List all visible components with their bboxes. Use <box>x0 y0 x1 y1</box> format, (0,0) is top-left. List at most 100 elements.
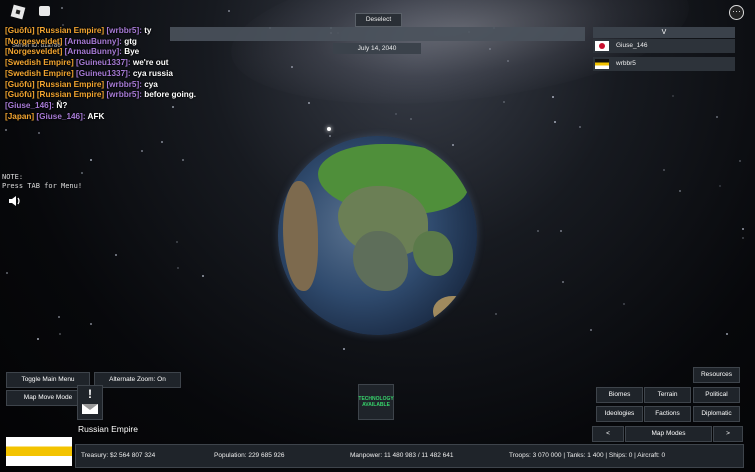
player-row[interactable]: wrbbr5 <box>593 57 735 71</box>
star <box>291 66 293 68</box>
star <box>228 10 230 12</box>
chat-country-tag: [Guōfú] [Russian Empire] <box>5 79 107 89</box>
star <box>90 323 92 325</box>
star <box>329 135 331 137</box>
speaker-icon[interactable] <box>8 195 22 207</box>
star <box>719 185 721 187</box>
country-flag[interactable] <box>6 437 72 466</box>
note-title: NOTE: <box>2 173 24 181</box>
star <box>495 313 497 315</box>
star <box>503 101 505 103</box>
chat-message: [Guōfú] [Russian Empire] [wrbbr5]: befor… <box>5 90 196 101</box>
chat-log: [Guōfú] [Russian Empire] [wrbbr5]: ty [No… <box>5 26 196 122</box>
land-india <box>353 231 408 291</box>
chat-country-tag: [Guōfú] [Russian Empire] <box>5 26 107 35</box>
chat-text: we're out <box>130 58 169 68</box>
star <box>716 116 718 118</box>
resources-map-button[interactable]: Resources <box>693 367 740 383</box>
star <box>182 159 184 161</box>
star <box>552 96 554 98</box>
country-name: Russian Empire <box>78 424 138 434</box>
star <box>562 281 564 283</box>
star <box>554 121 556 123</box>
chat-message: [Giuse_146]: Ñ? <box>5 101 196 112</box>
chat-text: ty <box>141 26 152 35</box>
player-row[interactable]: Giuse_146 <box>593 39 735 53</box>
earth-globe[interactable] <box>278 136 477 335</box>
military-stat: Troops: 3 070 000 | Tanks: 1 400 | Ships… <box>509 452 666 459</box>
russian-empire-flag-icon <box>595 59 609 69</box>
more-options-icon[interactable]: ⋯ <box>729 5 744 20</box>
star <box>452 144 454 146</box>
notification-badge: ! <box>88 387 92 401</box>
map-modes-button[interactable]: Map Modes <box>625 426 712 442</box>
land-se-asia <box>413 231 453 276</box>
chat-username: [Giuse_146]: <box>5 100 55 110</box>
star <box>308 102 310 104</box>
chat-username: [Guineu1337]: <box>75 58 131 68</box>
factions-map-button[interactable]: Factions <box>644 406 691 422</box>
star <box>672 95 674 97</box>
star <box>742 228 744 230</box>
menu-note: NOTE: Press TAB for Menu! <box>2 173 82 191</box>
terrain-map-button[interactable]: Terrain <box>644 387 691 403</box>
player-name: Giuse_146 <box>616 42 648 49</box>
star <box>90 159 92 161</box>
chat-country-tag: [Norgesveldet] <box>5 36 65 46</box>
chat-text: Ñ? <box>54 100 68 110</box>
chat-country-tag: [Swedish Empire] <box>5 68 76 78</box>
technology-available-button[interactable]: TECHNOLOGY AVAILABLE <box>358 384 394 420</box>
ideologies-map-button[interactable]: Ideologies <box>596 406 643 422</box>
star <box>742 237 744 239</box>
chat-message: [Norgesveldet] [ArnauBunny]: Bye <box>5 47 196 58</box>
star <box>6 272 8 274</box>
chat-username: [Giuse_146]: <box>36 111 86 121</box>
land-africa-edge <box>283 181 318 291</box>
messages-button[interactable]: ! <box>77 385 103 420</box>
biomes-map-button[interactable]: Biomes <box>596 387 643 403</box>
chat-message: [Guōfú] [Russian Empire] [wrbbr5]: ty <box>5 26 196 37</box>
star <box>395 113 397 115</box>
star <box>663 169 665 171</box>
star <box>176 241 178 243</box>
star <box>177 267 179 269</box>
chat-text: gtg <box>121 36 137 46</box>
star <box>579 126 581 128</box>
deselect-button[interactable]: Deselect <box>355 13 402 27</box>
star <box>202 275 204 277</box>
chat-username: [ArnauBunny]: <box>64 47 122 57</box>
manpower-stat: Manpower: 11 480 983 / 11 482 641 <box>350 452 454 459</box>
chat-username: [wrbbr5]: <box>106 26 142 35</box>
star <box>37 338 39 340</box>
country-stats-bar: Treasury: $2 564 807 324 Population: 229… <box>75 444 744 468</box>
top-info-bar <box>170 27 585 41</box>
star <box>560 230 562 232</box>
star <box>161 141 163 143</box>
chat-username: [wrbbr5]: <box>106 90 142 100</box>
chat-username: [ArnauBunny]: <box>64 36 122 46</box>
chat-text: cya russia <box>130 68 173 78</box>
chat-country-tag: [Guōfú] [Russian Empire] <box>5 90 107 100</box>
chat-text: before going. <box>141 90 197 100</box>
players-list-toggle[interactable]: V <box>593 27 735 38</box>
treasury-stat: Treasury: $2 564 807 324 <box>81 452 156 459</box>
alternate-zoom-button[interactable]: Alternate Zoom: On <box>94 372 181 388</box>
star <box>5 129 7 131</box>
star <box>343 348 345 350</box>
star <box>726 333 728 335</box>
player-name: wrbbr5 <box>616 60 636 67</box>
prev-map-mode-button[interactable]: < <box>592 426 624 442</box>
star <box>61 7 63 9</box>
note-text: Press TAB for Menu! <box>2 182 83 190</box>
political-map-button[interactable]: Political <box>693 387 740 403</box>
star <box>537 230 539 232</box>
star <box>739 160 741 162</box>
star <box>623 303 625 305</box>
game-date: July 14, 2040 <box>333 43 421 54</box>
chat-country-tag: [Japan] <box>5 111 37 121</box>
chat-toggle-icon[interactable] <box>39 6 50 16</box>
diplomatic-map-button[interactable]: Diplomatic <box>693 406 740 422</box>
next-map-mode-button[interactable]: > <box>713 426 743 442</box>
star <box>58 316 60 318</box>
chat-message: [Norgesveldet] [ArnauBunny]: gtg <box>5 37 196 48</box>
